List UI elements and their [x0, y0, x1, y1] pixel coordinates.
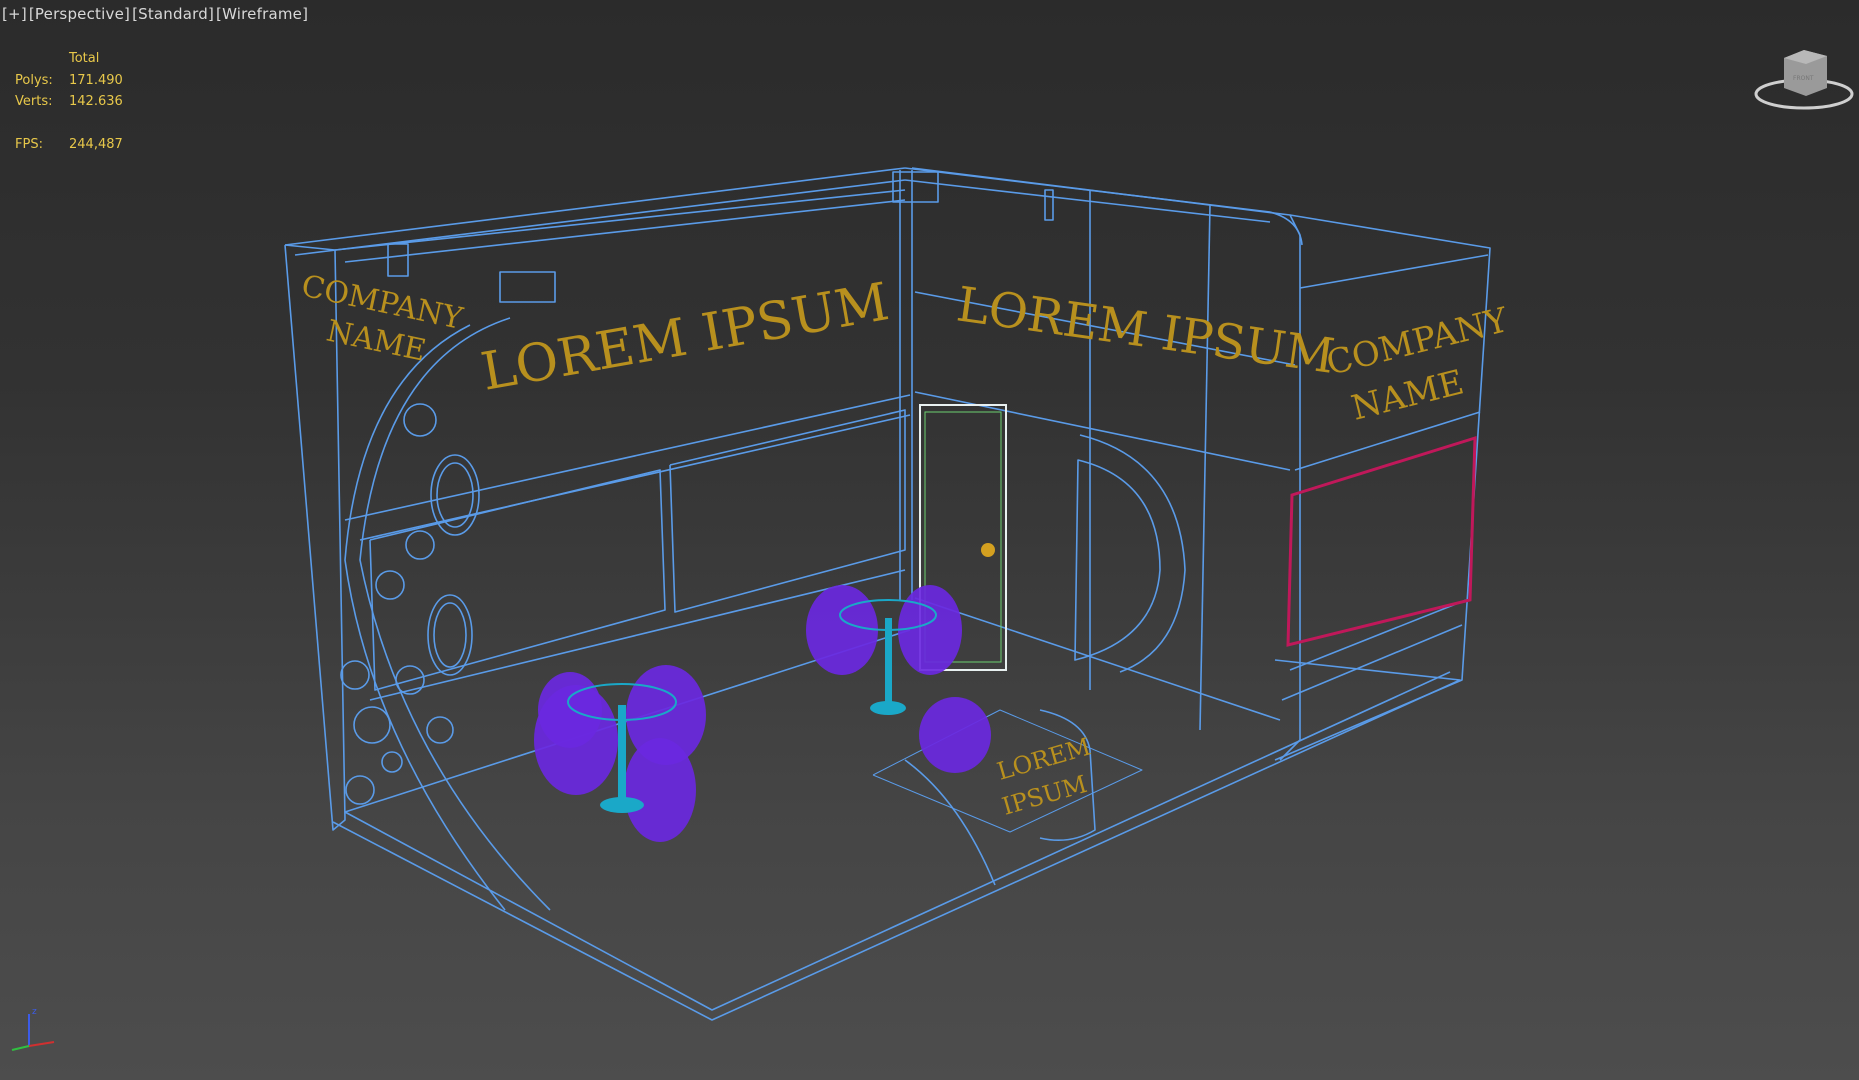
top-beam-right-inner — [904, 179, 1271, 223]
axis-gizmo: z — [11, 1007, 55, 1051]
furniture-right — [806, 585, 991, 773]
arch-circle-3 — [375, 570, 405, 600]
arch-ring-2-inner — [433, 602, 467, 668]
floor-inner — [344, 671, 1451, 1011]
top-beam-rail — [334, 189, 906, 251]
arch-circle-1 — [403, 403, 437, 437]
chair-right-1 — [806, 585, 878, 675]
half-disc-outer — [1079, 434, 1186, 673]
viewport-scene[interactable]: COMPANY NAME LOREM IPSUM LOREM IPSUM COM… — [0, 0, 1859, 1080]
booth-wireframe — [284, 167, 1491, 1021]
top-beam-rail-2 — [344, 199, 906, 263]
back-left-lorem-text: LOREM IPSUM — [477, 272, 893, 403]
arch-circle-6 — [340, 660, 370, 690]
right-wall-outer — [1274, 214, 1491, 761]
table-right-base — [870, 701, 906, 715]
arch-circle-5 — [426, 716, 454, 744]
table-left-base — [600, 797, 644, 813]
top-beam-left — [284, 167, 906, 246]
furniture-left — [534, 665, 706, 842]
chair-right-2 — [898, 585, 962, 675]
back-left-screen-1 — [369, 469, 666, 691]
back-right-wall-rail-2 — [914, 391, 1291, 471]
z-axis-label: z — [32, 1007, 37, 1017]
back-right-divider-2 — [1199, 204, 1211, 731]
beam-block-2 — [499, 271, 556, 303]
arch-circle-2 — [405, 530, 435, 560]
back-left-wall-rail-2 — [359, 414, 911, 541]
top-beam-inner — [294, 179, 906, 256]
chair-left-3 — [624, 738, 696, 842]
top-beam-right — [904, 167, 1271, 213]
viewcube-face-label: FRONT — [1793, 75, 1814, 82]
chair-right-3 — [919, 697, 991, 773]
counter-curve — [904, 759, 996, 886]
beam-block-4 — [1044, 189, 1054, 221]
right-wall-top — [1299, 254, 1489, 289]
arch-circle-9 — [381, 751, 403, 773]
viewcube[interactable]: FRONT — [1749, 44, 1859, 114]
beam-block-1 — [387, 243, 409, 277]
x-axis-line — [28, 1041, 55, 1047]
table-left-stand — [618, 705, 626, 805]
back-left-wall-rail — [344, 394, 911, 521]
right-screen-panel — [1286, 435, 1477, 647]
chair-left-4 — [538, 672, 602, 748]
y-axis-line — [11, 1045, 30, 1051]
table-right-stand — [885, 618, 892, 708]
left-arch-outer — [359, 317, 551, 911]
back-right-wall — [911, 167, 1301, 761]
half-disc-inner — [1074, 459, 1161, 661]
left-arch-inner — [344, 324, 506, 911]
arch-circle-7 — [353, 706, 391, 744]
arch-circle-8 — [345, 775, 375, 805]
back-right-lorem-text: LOREM IPSUM — [953, 276, 1338, 384]
right-company-text-1: COMPANY — [1323, 300, 1513, 384]
helper-object[interactable] — [981, 543, 995, 557]
